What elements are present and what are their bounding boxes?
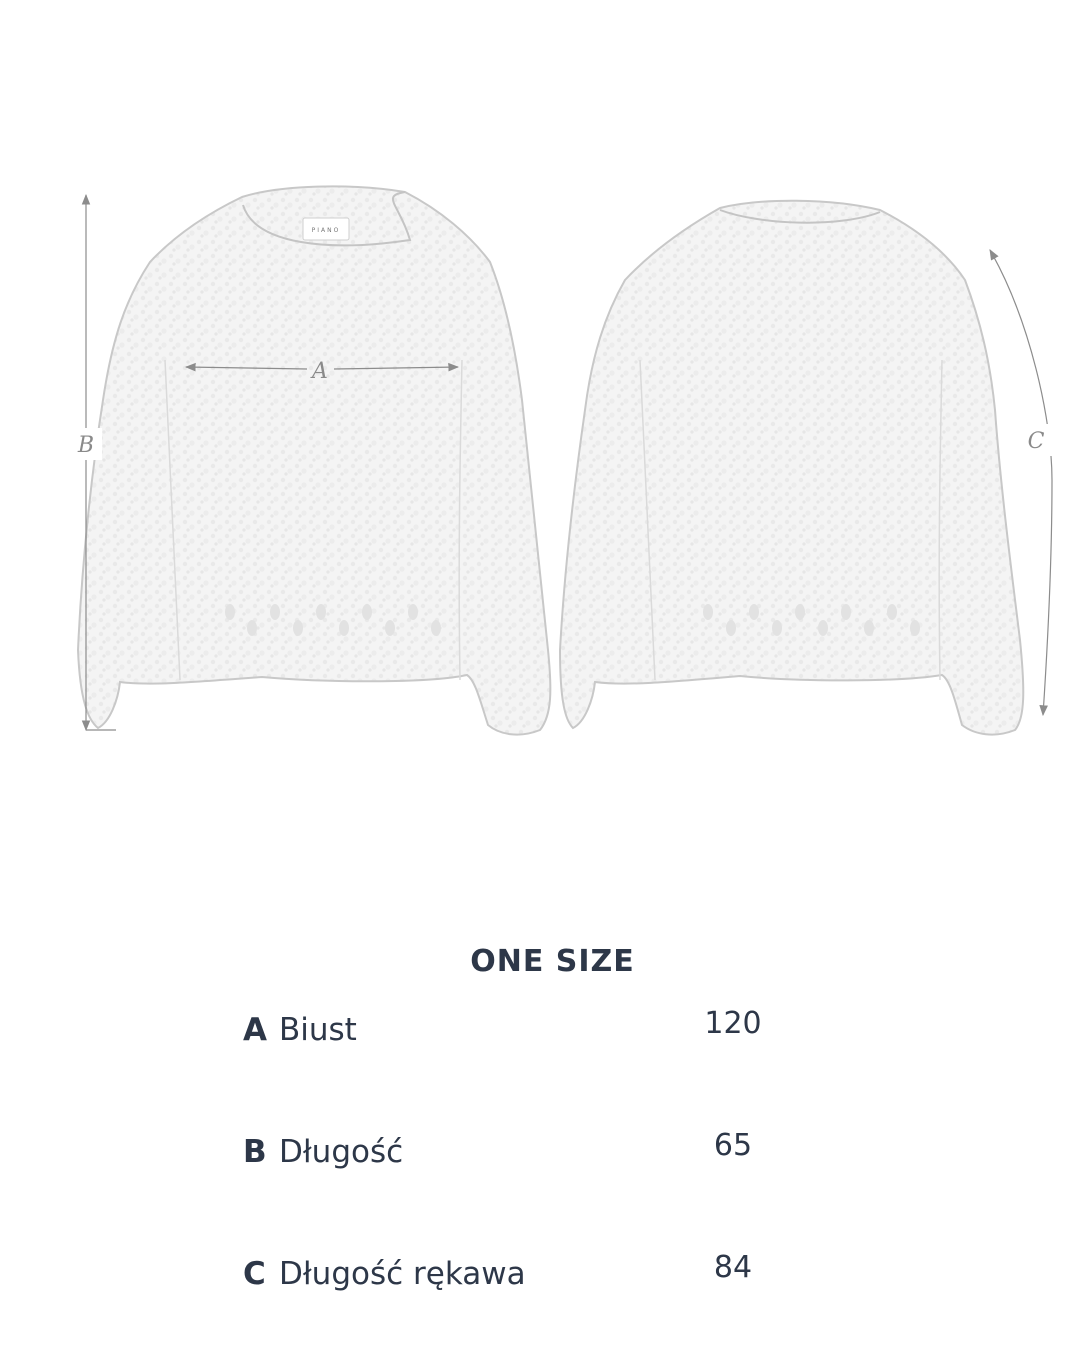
measurement-c-label: C [1028,429,1045,454]
size-row-letter: A [243,1012,267,1048]
size-row-letter: B [243,1134,267,1170]
size-row-c: C Długość rękawa 84 [243,1250,803,1304]
front-sweater-drawing: PIANO A [76,185,552,736]
back-sweater-body [558,199,1025,736]
size-row-name: Długość [279,1134,404,1170]
brand-tag-label: PIANO [312,227,341,234]
front-sweater-body [76,185,552,736]
measurement-b-label: B [77,433,94,458]
size-row-a: A Biust 120 [243,1006,803,1060]
measurement-a-label: A [310,359,328,384]
size-table-title: ONE SIZE [470,944,635,979]
size-row-value: 84 [713,1250,753,1285]
sweater-measurement-diagram: PIANO A B C [70,185,1054,736]
size-row-value: 65 [713,1128,753,1163]
size-row-value: 120 [704,1006,762,1041]
size-row-b: B Długość 65 [243,1128,803,1182]
size-row-name: Biust [279,1012,357,1048]
size-row-name: Długość rękawa [279,1256,526,1292]
size-row-letter: C [243,1256,266,1292]
back-sweater-drawing [558,199,1025,736]
